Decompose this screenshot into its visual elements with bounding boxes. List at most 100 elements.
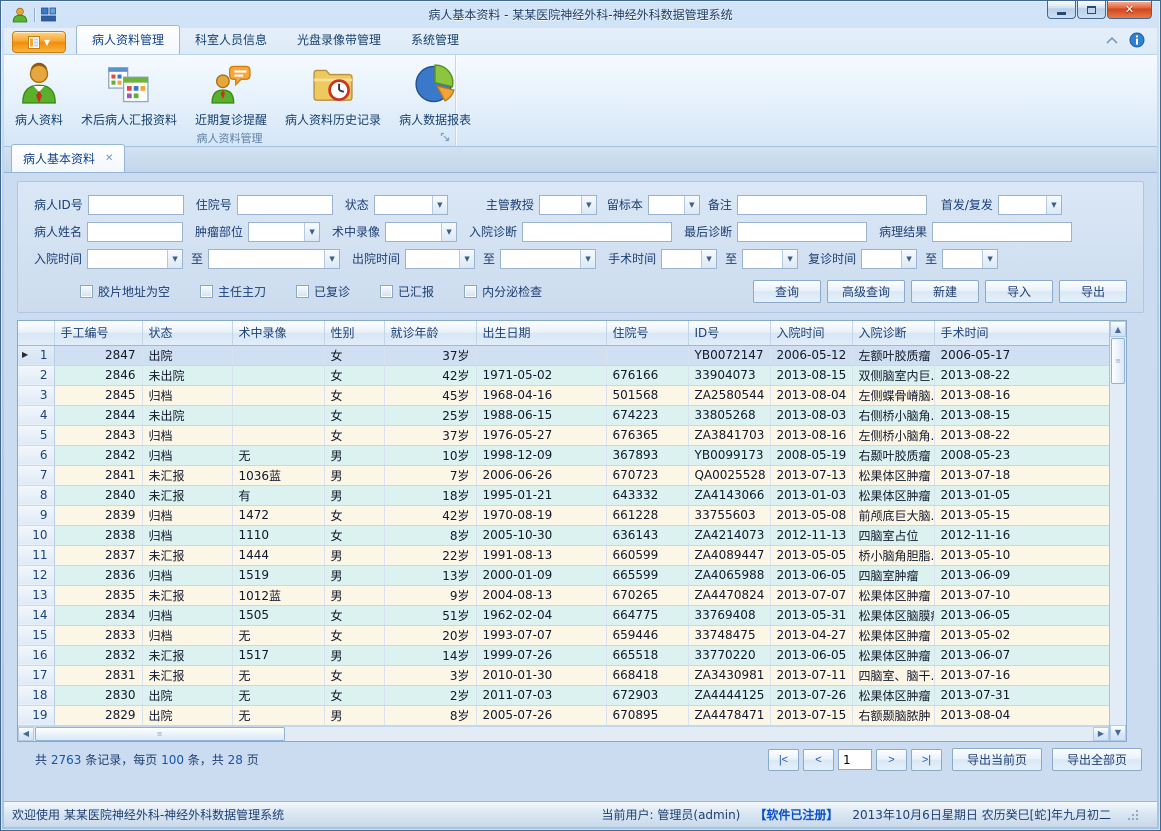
registered-link[interactable]: 【软件已注册】 xyxy=(754,806,838,823)
ribbon-tab-system[interactable]: 系统管理 xyxy=(396,26,474,54)
cell[interactable]: 665599 xyxy=(606,565,688,585)
cell[interactable]: 674223 xyxy=(606,405,688,425)
cell[interactable]: 1519 xyxy=(232,565,324,585)
cell[interactable] xyxy=(232,405,324,425)
data-report-button[interactable]: 病人数据报表 xyxy=(390,58,480,130)
table-row[interactable]: 92839归档1472女42岁1970-08-19661228337556032… xyxy=(18,505,1109,525)
minimize-button[interactable] xyxy=(1047,1,1076,19)
cell[interactable]: 636143 xyxy=(606,525,688,545)
row-header-cell[interactable]: 16 xyxy=(18,645,54,665)
row-header-cell[interactable]: 8 xyxy=(18,485,54,505)
tumor-site-select[interactable]: ▼ xyxy=(248,222,320,242)
cell[interactable]: 670265 xyxy=(606,585,688,605)
final-diagnosis-input[interactable] xyxy=(737,222,867,242)
row-header-cell[interactable]: 3 xyxy=(18,385,54,405)
cell[interactable]: 33770220 xyxy=(688,645,770,665)
titlebar[interactable]: 病人基本资料 - 某某医院神经外科-神经外科数据管理系统 ✕ xyxy=(4,1,1157,28)
cell[interactable]: 女 xyxy=(324,345,384,365)
resize-grip[interactable] xyxy=(1127,809,1139,821)
cell[interactable] xyxy=(232,365,324,385)
table-row[interactable]: 192829出院无男8岁2005-07-26670895ZA4478471201… xyxy=(18,705,1109,725)
cell[interactable]: 松果体区肿瘤 xyxy=(852,685,934,705)
cell[interactable]: ZA4143066 xyxy=(688,485,770,505)
filter-checkbox[interactable]: 主任主刀 xyxy=(200,283,266,300)
cell[interactable]: 10岁 xyxy=(384,445,476,465)
cell[interactable]: 松果体区肿瘤 xyxy=(852,585,934,605)
scroll-left-icon[interactable]: ◀ xyxy=(18,727,34,741)
cell[interactable]: 未汇报 xyxy=(142,585,232,605)
cell[interactable]: 20岁 xyxy=(384,625,476,645)
cell[interactable]: 33755603 xyxy=(688,505,770,525)
cell[interactable]: 松果体区肿瘤 xyxy=(852,645,934,665)
cell[interactable]: 33769408 xyxy=(688,605,770,625)
column-header[interactable]: 就诊年龄 xyxy=(384,321,476,345)
cell[interactable]: 665518 xyxy=(606,645,688,665)
cell[interactable]: 2岁 xyxy=(384,685,476,705)
ribbon-tab-disc-video[interactable]: 光盘录像带管理 xyxy=(282,26,396,54)
cell[interactable]: 672903 xyxy=(606,685,688,705)
column-header[interactable]: 入院时间 xyxy=(770,321,852,345)
cell[interactable]: 2013-07-15 xyxy=(770,705,852,725)
revisit-reminder-button[interactable]: 近期复诊提醒 xyxy=(186,58,276,130)
cell[interactable]: 2008-05-19 xyxy=(770,445,852,465)
cell[interactable]: 2830 xyxy=(54,685,142,705)
cell[interactable]: 2013-05-10 xyxy=(934,545,1109,565)
cell[interactable]: 2013-08-22 xyxy=(934,425,1109,445)
cell[interactable]: 男 xyxy=(324,705,384,725)
cell[interactable]: 37岁 xyxy=(384,345,476,365)
cell[interactable]: 双侧脑室内巨... xyxy=(852,365,934,385)
table-row[interactable]: 42844未出院女25岁1988-06-15674223338052682013… xyxy=(18,405,1109,425)
cell[interactable]: 42岁 xyxy=(384,505,476,525)
cell[interactable]: 2013-07-07 xyxy=(770,585,852,605)
grid-corner-cell[interactable] xyxy=(18,321,54,345)
cell[interactable] xyxy=(476,345,606,365)
cell[interactable]: 2013-06-09 xyxy=(934,565,1109,585)
cell[interactable]: 出院 xyxy=(142,705,232,725)
row-header-cell[interactable]: 9 xyxy=(18,505,54,525)
cell[interactable]: 女 xyxy=(324,365,384,385)
filter-checkbox[interactable]: 已汇报 xyxy=(380,283,434,300)
cell[interactable]: 2013-07-16 xyxy=(934,665,1109,685)
cell[interactable]: 2847 xyxy=(54,345,142,365)
export-current-page-button[interactable]: 导出当前页 xyxy=(952,748,1042,771)
cell[interactable]: 367893 xyxy=(606,445,688,465)
cell[interactable]: 2012-11-13 xyxy=(770,525,852,545)
cell[interactable]: 女 xyxy=(324,685,384,705)
surgery-time-from-select[interactable]: ▼ xyxy=(661,249,717,269)
ribbon-tab-patient-management[interactable]: 病人资料管理 xyxy=(76,25,180,54)
video-select[interactable]: ▼ xyxy=(385,222,457,242)
cell[interactable]: 桥小脑角胆脂... xyxy=(852,545,934,565)
row-header-cell[interactable]: 2 xyxy=(18,365,54,385)
cell[interactable]: 2013-06-07 xyxy=(934,645,1109,665)
cell[interactable]: 2834 xyxy=(54,605,142,625)
cell[interactable]: 1998-12-09 xyxy=(476,445,606,465)
cell[interactable]: 2013-08-04 xyxy=(934,705,1109,725)
cell[interactable]: ZA3841703 xyxy=(688,425,770,445)
remark-input[interactable] xyxy=(737,195,927,215)
row-header-cell[interactable]: 4 xyxy=(18,405,54,425)
cell[interactable]: 661228 xyxy=(606,505,688,525)
new-button[interactable]: 新建 xyxy=(911,280,979,303)
cell[interactable]: 男 xyxy=(324,645,384,665)
cell[interactable]: 2013-08-22 xyxy=(934,365,1109,385)
application-menu-button[interactable]: ▼ xyxy=(12,31,66,53)
cell[interactable]: 659446 xyxy=(606,625,688,645)
cell[interactable]: 1995-01-21 xyxy=(476,485,606,505)
cell[interactable]: 男 xyxy=(324,565,384,585)
cell[interactable]: 2832 xyxy=(54,645,142,665)
cell[interactable]: 2013-06-05 xyxy=(770,645,852,665)
cell[interactable]: 2006-05-12 xyxy=(770,345,852,365)
cell[interactable]: 2841 xyxy=(54,465,142,485)
discharge-time-to-select[interactable]: ▼ xyxy=(500,249,596,269)
filter-checkbox[interactable]: 胶片地址为空 xyxy=(80,283,170,300)
cell[interactable]: 女 xyxy=(324,625,384,645)
admission-diagnosis-input[interactable] xyxy=(522,222,672,242)
dialog-launcher-icon[interactable] xyxy=(440,132,451,143)
cell[interactable]: 有 xyxy=(232,485,324,505)
cell[interactable]: 2836 xyxy=(54,565,142,585)
inpatient-no-input[interactable] xyxy=(237,195,333,215)
cell[interactable]: 1517 xyxy=(232,645,324,665)
cell[interactable]: 未出院 xyxy=(142,365,232,385)
cell[interactable]: 2013-06-05 xyxy=(770,565,852,585)
cell[interactable]: 2843 xyxy=(54,425,142,445)
